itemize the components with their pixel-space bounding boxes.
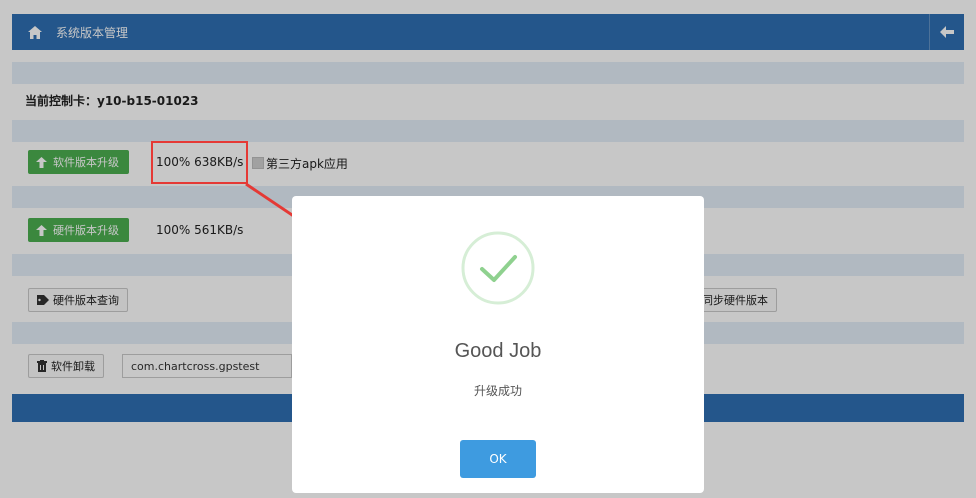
app-window: 系统版本管理 当前控制卡：y10-b15-01023 软件版本升级 100% 6… <box>0 0 976 498</box>
dialog-message: 升级成功 <box>473 384 522 398</box>
highlight-box <box>151 141 248 184</box>
ok-button[interactable]: OK <box>460 440 536 478</box>
ok-button-label: OK <box>489 452 507 466</box>
success-check-icon <box>461 231 535 305</box>
success-dialog: Good Job 升级成功 OK <box>292 196 704 493</box>
dialog-title: Good Job <box>454 340 542 362</box>
